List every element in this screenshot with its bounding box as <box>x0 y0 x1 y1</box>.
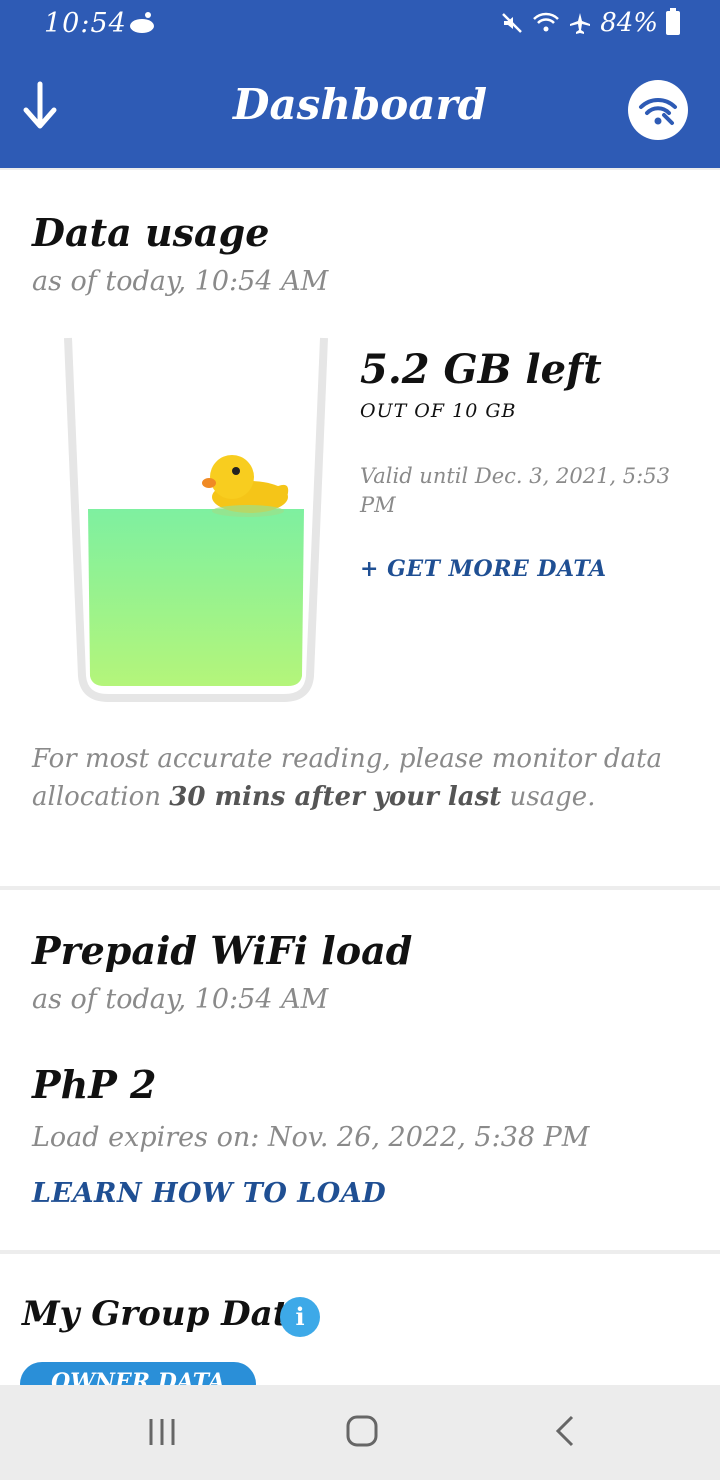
group-data-title: My Group Data <box>22 1294 311 1334</box>
wifi-status-icon <box>533 12 560 32</box>
get-more-data-link[interactable]: + GET MORE DATA <box>360 556 607 582</box>
data-usage-title: Data usage <box>32 210 270 255</box>
info-icon[interactable]: i <box>280 1297 320 1337</box>
recent-apps-icon <box>149 1419 175 1445</box>
app-header: 10:54 84% Dashboard <box>0 0 720 168</box>
battery-icon <box>666 8 680 35</box>
wifi-settings-button[interactable] <box>628 80 688 140</box>
data-remaining: 5.2 GB left <box>360 346 602 393</box>
data-usage-card: Data usage as of today, 10:54 AM 5.2 GB … <box>0 170 720 886</box>
recent-apps-button[interactable] <box>144 1413 180 1453</box>
airplane-icon <box>570 13 591 34</box>
prepaid-timestamp: as of today, 10:54 AM <box>32 984 329 1015</box>
battery-percent: 84% <box>600 8 658 38</box>
load-expiry: Load expires on: Nov. 26, 2022, 5:38 PM <box>32 1122 590 1153</box>
note-text-end: usage. <box>501 782 596 812</box>
note-text-bold: 30 mins after your last <box>169 782 502 812</box>
group-data-card: My Group Data i OWNER DATA <box>0 1254 720 1406</box>
status-time: 10:54 <box>44 8 127 39</box>
back-button[interactable] <box>548 1413 584 1453</box>
system-navigation-bar <box>0 1385 720 1480</box>
page-title: Dashboard <box>233 80 487 129</box>
home-icon <box>346 1415 378 1447</box>
data-usage-timestamp: as of today, 10:54 AM <box>32 266 329 297</box>
duck-icon <box>202 455 289 517</box>
learn-how-to-load-link[interactable]: LEARN HOW TO LOAD <box>32 1178 386 1209</box>
home-button[interactable] <box>344 1413 380 1453</box>
mute-icon <box>502 13 523 33</box>
status-icons: 84% <box>500 8 680 38</box>
data-glass-gauge <box>62 336 330 706</box>
back-chevron-icon <box>555 1415 574 1447</box>
prepaid-load-card: Prepaid WiFi load as of today, 10:54 AM … <box>0 890 720 1250</box>
notification-icon <box>128 10 156 38</box>
accuracy-note: For most accurate reading, please monito… <box>32 740 672 816</box>
prepaid-title: Prepaid WiFi load <box>32 928 413 973</box>
data-total: OUT OF 10 GB <box>360 400 517 422</box>
data-validity: Valid until Dec. 3, 2021, 5:53 PM <box>360 464 670 517</box>
wifi-icon <box>639 97 677 125</box>
data-fill-level <box>88 509 304 686</box>
load-balance: PhP 2 <box>32 1062 157 1107</box>
